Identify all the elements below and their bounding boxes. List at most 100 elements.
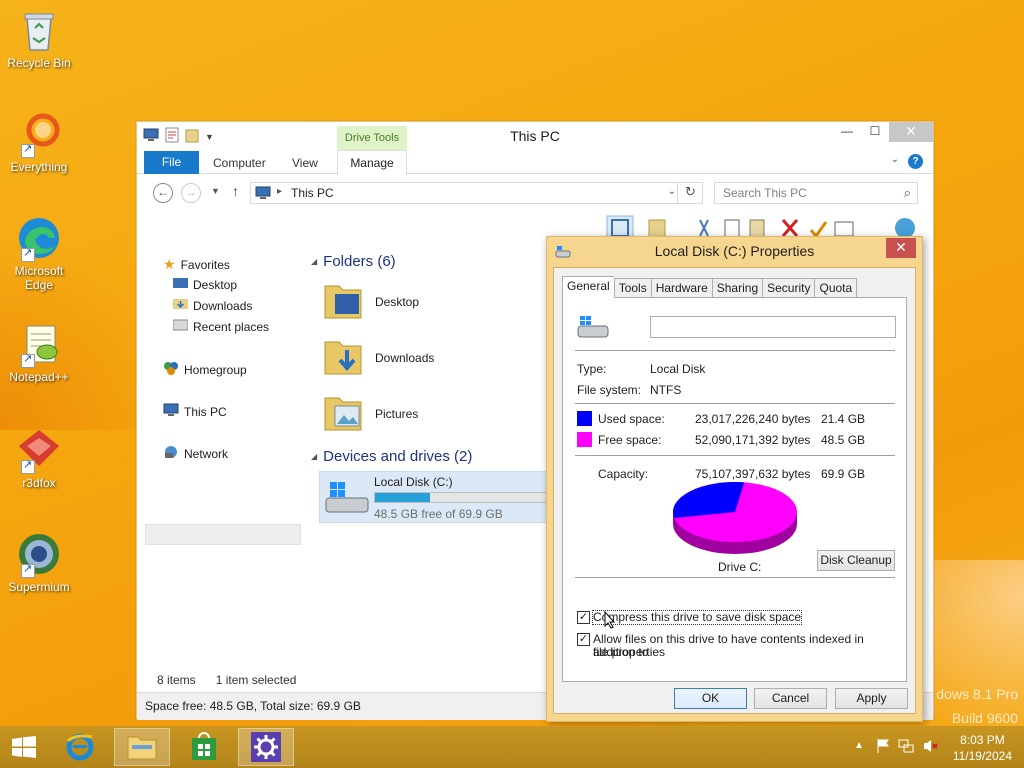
expand-ribbon-icon[interactable]: ⌄ [891, 154, 899, 165]
compress-checkbox[interactable]: ✓ [577, 611, 590, 624]
cancel-button[interactable]: Cancel [754, 688, 827, 709]
type-label: Type: [577, 362, 607, 376]
help-icon[interactable]: ? [908, 154, 923, 169]
tab-hardware[interactable]: Hardware [650, 278, 712, 298]
forward-button[interactable]: → [181, 183, 201, 203]
nav-desktop[interactable]: Desktop [173, 277, 237, 292]
desktop-icon-supermium[interactable]: Supermium [4, 530, 74, 594]
tab-file[interactable]: File [144, 151, 199, 174]
content-pane: ◢ Folders (6) Desktop Downloads Pictures… [309, 248, 556, 688]
network-icon[interactable] [898, 738, 914, 757]
index-checkbox[interactable]: ✓ [577, 633, 590, 646]
ok-button[interactable]: OK [674, 688, 747, 709]
used-space-bytes: 23,017,226,240 bytes [695, 412, 811, 426]
drive-tile-local-disk-c[interactable]: Local Disk (C:) 48.5 GB free of 69.9 GB [319, 471, 556, 523]
free-space-bytes: 52,090,171,392 bytes [695, 433, 811, 447]
volume-muted-icon[interactable] [922, 738, 938, 757]
taskbar-file-explorer[interactable] [114, 728, 170, 766]
breadcrumb-this-pc[interactable]: This PC [291, 186, 334, 200]
nav-this-pc[interactable]: This PC [163, 403, 227, 420]
nav-downloads[interactable]: Downloads [173, 298, 252, 313]
folder-name: Pictures [375, 406, 419, 421]
drive-caption: Drive C: [718, 560, 762, 574]
divider [575, 577, 895, 578]
devices-header-label: Devices and drives (2) [323, 448, 473, 465]
recent-locations-icon[interactable]: ▼ [211, 186, 220, 196]
shortcut-arrow-icon [21, 142, 35, 158]
up-arrow-icon[interactable]: ↑ [232, 183, 239, 199]
minimize-button[interactable]: — [833, 122, 861, 142]
show-hidden-icons-icon[interactable]: ▲ [854, 740, 864, 751]
address-dropdown-icon[interactable]: ⌄ [668, 186, 676, 197]
edge-icon [15, 214, 63, 262]
notepad-plus-plus-icon [15, 320, 63, 368]
compress-label[interactable]: Compress this drive to save disk space [591, 610, 803, 625]
desktop-icon-notepad-plus-plus[interactable]: Notepad++ [4, 320, 74, 384]
folders-header-label: Folders (6) [323, 253, 396, 270]
tab-sharing[interactable]: Sharing [711, 278, 763, 298]
action-center-flag-icon[interactable] [876, 738, 890, 757]
ribbon-tabs: File Computer View Manage ⌄ ? [137, 150, 933, 175]
nav-recent-places[interactable]: Recent places [172, 319, 270, 334]
desktop-icon-recycle-bin[interactable]: Recycle Bin [4, 6, 74, 70]
taskbar-settings[interactable] [238, 728, 294, 766]
nav-desktop-label: Desktop [193, 277, 238, 292]
tab-general[interactable]: General [562, 276, 614, 298]
drive-usage-fill [375, 493, 431, 502]
collapse-icon: ◢ [311, 452, 318, 461]
supermium-icon [15, 530, 63, 578]
back-button[interactable]: ← [153, 183, 173, 203]
volume-label-input[interactable] [650, 316, 896, 338]
folder-item[interactable]: Downloads [321, 334, 434, 381]
tab-computer[interactable]: Computer [213, 156, 266, 170]
store-icon [192, 732, 216, 760]
nav-favorites[interactable]: ★ Favorites [163, 256, 230, 273]
maximize-button[interactable]: ☐ [861, 122, 889, 142]
dialog-body: General Tools Hardware Sharing Security … [553, 267, 916, 714]
desktop-icon-label: Supermium [8, 580, 70, 594]
file-explorer-icon [127, 736, 157, 760]
close-button[interactable]: ✕ [889, 122, 933, 142]
desktop-icon-label: r3dfox [22, 476, 56, 490]
navigation-pane: ★ Favorites Desktop Downloads Recent pla… [137, 248, 307, 688]
file-system-value: NTFS [650, 383, 682, 397]
taskbar-store[interactable] [176, 728, 232, 766]
apply-button[interactable]: Apply [835, 688, 908, 709]
dialog-title: Local Disk (C:) Properties [654, 243, 815, 259]
folders-group-header[interactable]: ◢ Folders (6) [311, 253, 396, 270]
recycle-bin-icon [15, 6, 63, 54]
computer-icon [163, 403, 179, 420]
shortcut-arrow-icon [21, 562, 35, 578]
tab-tools[interactable]: Tools [613, 278, 651, 298]
index-label-line2[interactable]: file properties [593, 646, 665, 659]
downloads-folder-icon [173, 298, 188, 313]
tab-view[interactable]: View [292, 156, 318, 170]
nav-recent-label: Recent places [193, 319, 270, 334]
disk-cleanup-button[interactable]: Disk Cleanup [817, 550, 895, 571]
nav-network[interactable]: Network [163, 445, 228, 462]
desktop-icon-r3dfox[interactable]: r3dfox [4, 426, 74, 490]
nav-homegroup[interactable]: Homegroup [163, 361, 247, 378]
tab-security[interactable]: Security [762, 278, 815, 298]
tab-quota[interactable]: Quota [814, 278, 858, 298]
desktop-icon-edge[interactable]: Microsoft Edge [4, 214, 74, 292]
breadcrumb-separator[interactable]: ▸ [277, 186, 282, 197]
drive-usage-bar [374, 492, 556, 503]
address-row: ← → ▼ ↑ ▸ This PC ⌄ ↻ Search This PC ⌕ [137, 174, 933, 210]
folder-item[interactable]: Pictures [321, 390, 418, 437]
search-icon: ⌕ [903, 185, 911, 200]
tab-manage[interactable]: Manage [337, 150, 407, 175]
folder-item[interactable]: Desktop [321, 278, 419, 325]
desktop-icon-everything[interactable]: Everything [4, 110, 74, 174]
search-input[interactable]: Search This PC ⌕ [714, 182, 918, 204]
refresh-button[interactable]: ↻ [677, 182, 703, 204]
collapse-icon: ◢ [311, 257, 318, 266]
clock[interactable]: 8:03 PM 11/19/2024 [953, 732, 1012, 764]
dialog-close-button[interactable]: ✕ [886, 238, 916, 258]
settings-gear-icon [251, 732, 281, 762]
devices-group-header[interactable]: ◢ Devices and drives (2) [311, 448, 472, 465]
taskbar-internet-explorer[interactable] [52, 728, 108, 766]
drive-free-text: 48.5 GB free of 69.9 GB [374, 507, 503, 521]
address-bar[interactable]: ▸ This PC ⌄ [250, 182, 703, 204]
start-button[interactable] [0, 728, 48, 766]
